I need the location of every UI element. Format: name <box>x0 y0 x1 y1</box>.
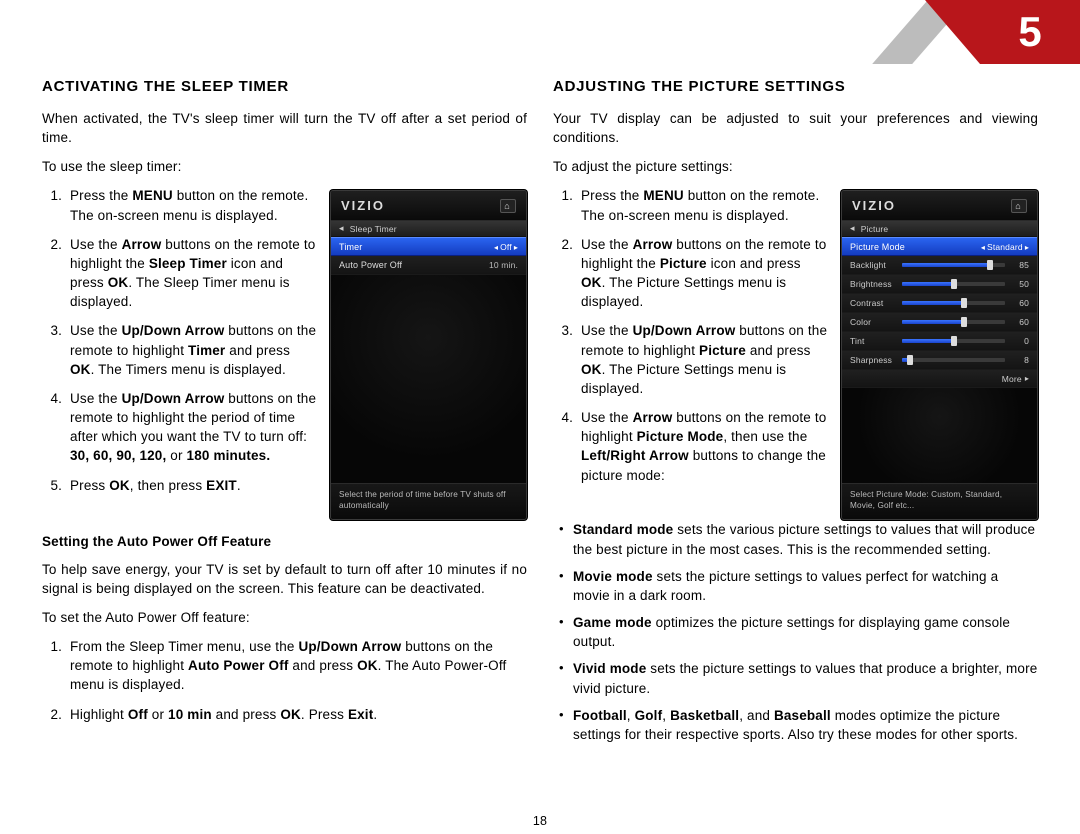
left-lead: To use the sleep timer: <box>42 157 527 176</box>
right-intro: Your TV display can be adjusted to suit … <box>553 109 1038 147</box>
list-item: Standard mode sets the various picture s… <box>573 520 1038 558</box>
chapter-tab-triangle <box>925 0 980 64</box>
osd-logo: VIZIO <box>852 198 896 213</box>
osd-more: More <box>842 370 1037 388</box>
osd-slider-label: Contrast <box>850 298 896 308</box>
osd-slider-track <box>902 282 1005 286</box>
osd-titlebar: VIZIO ⌂ <box>331 191 526 221</box>
osd-picture: VIZIO ⌂ Picture Picture Mode Standard Ba… <box>841 190 1038 520</box>
list-item: Movie mode sets the picture settings to … <box>573 567 1038 605</box>
osd-slider-label: Brightness <box>850 279 896 289</box>
right-steps-wrap: Press the MENU button on the remote. The… <box>553 186 1038 520</box>
step: Press OK, then press EXIT. <box>66 476 318 495</box>
osd-footer: Select Picture Mode: Custom, Standard, M… <box>842 483 1037 519</box>
chapter-number: 5 <box>980 0 1080 64</box>
left-intro: When activated, the TV's sleep timer wil… <box>42 109 527 147</box>
osd-slider-track <box>902 320 1005 324</box>
osd-label: Timer <box>339 242 362 252</box>
osd-value: 10 min. <box>489 260 518 270</box>
osd-slider-track <box>902 301 1005 305</box>
step: From the Sleep Timer menu, use the Up/Do… <box>66 637 527 694</box>
list-item: Football, Golf, Basketball, and Baseball… <box>573 706 1038 744</box>
osd-slider-label: Sharpness <box>850 355 896 365</box>
left-subhead: Setting the Auto Power Off Feature <box>42 532 527 551</box>
osd-slider-value: 60 <box>1011 298 1029 308</box>
step: Use the Up/Down Arrow buttons on the rem… <box>577 321 829 398</box>
step: Use the Arrow buttons on the remote to h… <box>577 235 829 312</box>
osd-close-icon: ⌂ <box>1011 199 1027 213</box>
picture-modes-list: Standard mode sets the various picture s… <box>553 520 1038 744</box>
sleep-timer-steps: Press the MENU button on the remote. The… <box>42 186 318 510</box>
right-lead: To adjust the picture settings: <box>553 157 1038 176</box>
auto-power-off-steps: From the Sleep Timer menu, use the Up/Do… <box>42 637 527 724</box>
osd-slider-value: 0 <box>1011 336 1029 346</box>
osd-row-autopoweroff: Auto Power Off 10 min. <box>331 256 526 275</box>
osd-slider-label: Color <box>850 317 896 327</box>
step: Use the Up/Down Arrow buttons on the rem… <box>66 321 318 378</box>
osd-slider-value: 8 <box>1011 355 1029 365</box>
osd-slider-row: Contrast 60 <box>842 294 1037 313</box>
left-sub-lead: To set the Auto Power Off feature: <box>42 608 527 627</box>
step: Press the MENU button on the remote. The… <box>577 186 829 224</box>
osd-breadcrumb: Sleep Timer <box>331 221 526 237</box>
step: Use the Arrow buttons on the remote to h… <box>577 408 829 485</box>
list-item: Vivid mode sets the picture settings to … <box>573 659 1038 697</box>
osd-logo: VIZIO <box>341 198 385 213</box>
left-column: ACTIVATING THE SLEEP TIMER When activate… <box>42 78 527 752</box>
step: Use the Up/Down Arrow buttons on the rem… <box>66 389 318 466</box>
osd-slider-label: Tint <box>850 336 896 346</box>
picture-steps: Press the MENU button on the remote. The… <box>553 186 829 510</box>
osd-footer: Select the period of time before TV shut… <box>331 483 526 519</box>
osd-breadcrumb: Picture <box>842 221 1037 237</box>
osd-slider-value: 85 <box>1011 260 1029 270</box>
osd-slider-row: Sharpness 8 <box>842 351 1037 370</box>
osd-spacer <box>842 388 1037 483</box>
osd-slider-track <box>902 358 1005 362</box>
osd-titlebar: VIZIO ⌂ <box>842 191 1037 221</box>
osd-slider-row: Tint 0 <box>842 332 1037 351</box>
step: Highlight Off or 10 min and press OK. Pr… <box>66 705 527 724</box>
list-item: Game mode optimizes the picture settings… <box>573 613 1038 651</box>
osd-slider-row: Brightness 50 <box>842 275 1037 294</box>
osd-sleep-timer: VIZIO ⌂ Sleep Timer Timer Off Auto Power… <box>330 190 527 520</box>
page-number: 18 <box>0 814 1080 828</box>
osd-slider-row: Backlight 85 <box>842 256 1037 275</box>
page-content: ACTIVATING THE SLEEP TIMER When activate… <box>42 78 1038 752</box>
osd-spacer <box>331 275 526 483</box>
osd-slider-value: 50 <box>1011 279 1029 289</box>
osd-sliders: Backlight 85 Brightness 50 Contrast 60 Color 60… <box>842 256 1037 370</box>
osd-slider-track <box>902 339 1005 343</box>
right-column: ADJUSTING THE PICTURE SETTINGS Your TV d… <box>553 78 1038 752</box>
osd-row-picture-mode: Picture Mode Standard <box>842 237 1037 256</box>
chapter-tab: 5 <box>820 0 1080 64</box>
osd-row-timer: Timer Off <box>331 237 526 256</box>
right-heading: ADJUSTING THE PICTURE SETTINGS <box>553 78 1038 95</box>
left-steps-wrap: Press the MENU button on the remote. The… <box>42 186 527 520</box>
step: Press the MENU button on the remote. The… <box>66 186 318 224</box>
osd-slider-value: 60 <box>1011 317 1029 327</box>
left-sub-intro: To help save energy, your TV is set by d… <box>42 560 527 598</box>
step: Use the Arrow buttons on the remote to h… <box>66 235 318 312</box>
osd-close-icon: ⌂ <box>500 199 516 213</box>
left-heading: ACTIVATING THE SLEEP TIMER <box>42 78 527 95</box>
osd-slider-track <box>902 263 1005 267</box>
osd-slider-row: Color 60 <box>842 313 1037 332</box>
osd-slider-label: Backlight <box>850 260 896 270</box>
osd-label: Auto Power Off <box>339 260 402 270</box>
osd-value: Standard <box>981 242 1029 252</box>
osd-value: Off <box>494 242 518 252</box>
osd-label: Picture Mode <box>850 242 905 252</box>
